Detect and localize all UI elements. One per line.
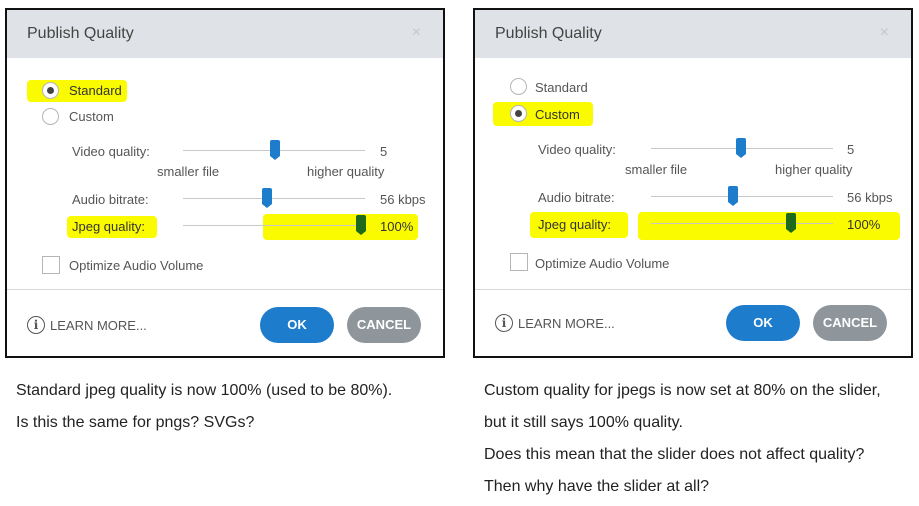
jpeg-quality-track[interactable] [651,223,833,224]
right-caption-line-3: Does this mean that the slider does not … [484,446,865,463]
dialog-title-bar: Publish Quality × [475,10,911,58]
optimize-audio-label: Optimize Audio Volume [69,258,204,273]
custom-label: Custom [69,109,114,124]
learn-more-link[interactable]: LEARN MORE... [518,316,615,331]
optimize-audio-checkbox[interactable] [42,256,60,274]
audio-bitrate-slider-thumb[interactable] [728,186,738,206]
video-quality-label: Video quality: [72,144,150,159]
ok-button[interactable]: OK [726,305,800,341]
audio-bitrate-track[interactable] [183,198,365,199]
jpeg-quality-slider-thumb[interactable] [786,213,796,233]
standard-label: Standard [535,80,588,95]
optimize-audio-label: Optimize Audio Volume [535,256,670,271]
video-quality-slider-thumb[interactable] [270,140,280,160]
jpeg-quality-label: Jpeg quality: [538,217,611,232]
standard-radio[interactable] [510,78,527,95]
close-icon[interactable]: × [412,24,421,42]
optimize-audio-checkbox[interactable] [510,253,528,271]
publish-quality-dialog-right: Publish Quality × Standard Custom Video … [473,8,913,358]
close-icon[interactable]: × [880,24,889,42]
footer-divider [475,289,911,290]
audio-bitrate-value: 56 kbps [847,190,893,205]
left-caption-line-1: Standard jpeg quality is now 100% (used … [16,382,393,399]
custom-label: Custom [535,107,580,122]
jpeg-quality-label: Jpeg quality: [72,219,145,234]
video-quality-value: 5 [847,142,855,157]
video-quality-slider-thumb[interactable] [736,138,746,158]
jpeg-quality-track[interactable] [183,225,365,226]
higher-quality-label: higher quality [775,162,853,177]
custom-radio[interactable] [510,105,527,122]
jpeg-quality-value: 100% [847,217,881,232]
info-icon[interactable]: i [495,314,513,332]
smaller-file-label: smaller file [625,162,688,177]
audio-bitrate-value: 56 kbps [380,192,426,207]
cancel-button[interactable]: CANCEL [813,305,887,341]
video-quality-value: 5 [380,144,388,159]
dialog-title: Publish Quality [495,25,602,42]
footer-divider [7,289,443,290]
learn-more-link[interactable]: LEARN MORE... [50,318,147,333]
video-quality-label: Video quality: [538,142,616,157]
right-caption-line-2: but it still says 100% quality. [484,414,683,431]
dialog-title: Publish Quality [27,25,134,42]
ok-button[interactable]: OK [260,307,334,343]
right-caption-line-1: Custom quality for jpegs is now set at 8… [484,382,881,399]
audio-bitrate-slider-thumb[interactable] [262,188,272,208]
dialog-title-bar: Publish Quality × [7,10,443,58]
standard-label: Standard [69,83,122,98]
cancel-button[interactable]: CANCEL [347,307,421,343]
audio-bitrate-track[interactable] [651,196,833,197]
publish-quality-dialog-left: Publish Quality × Standard Custom Video … [5,8,445,358]
audio-bitrate-label: Audio bitrate: [72,192,149,207]
jpeg-quality-slider-thumb[interactable] [356,215,366,235]
smaller-file-label: smaller file [157,164,220,179]
custom-radio[interactable] [42,108,59,125]
audio-bitrate-label: Audio bitrate: [538,190,615,205]
standard-radio[interactable] [42,82,59,99]
info-icon[interactable]: i [27,316,45,334]
jpeg-quality-value: 100% [380,219,414,234]
higher-quality-label: higher quality [307,164,385,179]
left-caption-line-2: Is this the same for pngs? SVGs? [16,414,255,431]
right-caption-line-4: Then why have the slider at all? [484,478,710,495]
